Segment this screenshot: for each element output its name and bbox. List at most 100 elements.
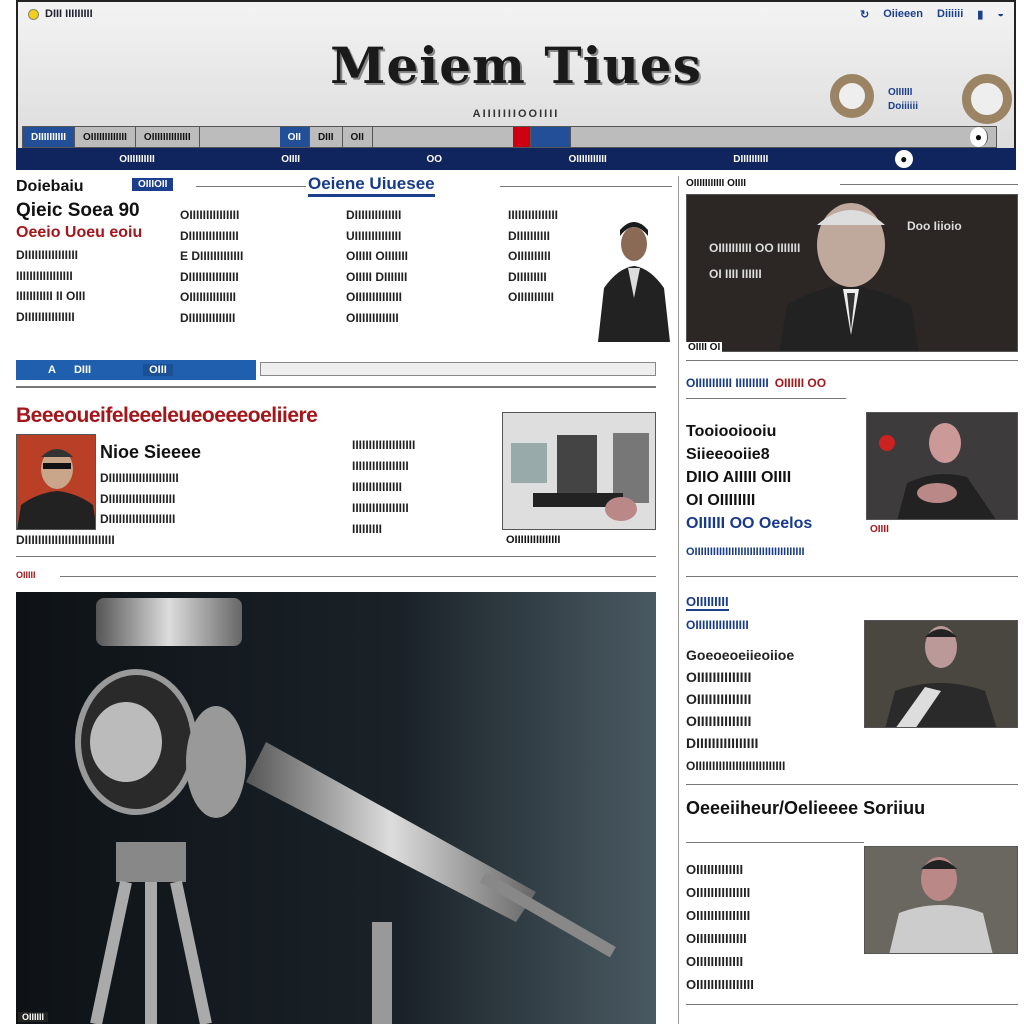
top-link-2[interactable]: Diiiiii bbox=[937, 8, 963, 20]
second-portrait[interactable] bbox=[16, 434, 96, 530]
nav-circle-icon[interactable]: ● bbox=[962, 127, 996, 147]
story2-blue[interactable]: OIIIIIIIIIIIIIIII bbox=[686, 618, 749, 632]
story2-body: Goeoeoeiieoiioe OIIIIIIIIIIIIII OIIIIIII… bbox=[686, 644, 862, 754]
divider bbox=[686, 1004, 1018, 1005]
text-line: Tooiooiooiu bbox=[686, 423, 777, 440]
user-icon[interactable]: ◒ bbox=[997, 8, 1004, 20]
right-link-blue[interactable]: OIIIIIIIIIII IIIIIIIIII bbox=[686, 376, 769, 390]
second-body: DIIIIIIIIIIIIIIIIIIIII DIIIIIIIIIIIIIIII… bbox=[100, 468, 344, 530]
text-line: DIIO AIIIII OIIII bbox=[686, 469, 792, 486]
story1-meta: OIIIIIIIIIIIIIIIIIIIIIIIIIIIIIIIIIIII bbox=[686, 546, 805, 558]
nav-item-4[interactable]: OII bbox=[279, 127, 310, 147]
text-line: OIIIIIIIIIIIIIII bbox=[686, 908, 751, 923]
nav2-item-2[interactable]: OIIII bbox=[281, 154, 300, 165]
section-title[interactable]: Oeiene Uiuesee bbox=[308, 174, 435, 197]
right-top-label: OIIIIIIIIIII OIIII bbox=[686, 178, 747, 189]
nav-item-1[interactable]: DIIIIIIIIII bbox=[23, 127, 76, 147]
story1-meta2: OIIII bbox=[870, 524, 889, 535]
lead-tab-3[interactable]: OIII bbox=[143, 364, 173, 376]
lead-subhead[interactable]: Oeeio Uoeu eoiu bbox=[16, 224, 142, 242]
text-line: OIIIIIIIIIIIII bbox=[686, 862, 744, 877]
top-left-text: DIII IIIIIIIII bbox=[45, 8, 93, 20]
ring-emblem-icon bbox=[962, 74, 1012, 124]
text-line: DIIIIIIIIIIIIIII bbox=[180, 228, 239, 243]
text-line: OIIIIIIIIIIIII bbox=[346, 310, 399, 325]
lead-col-4: IIIIIIIIIIIIIII DIIIIIIIIII OIIIIIIIIII … bbox=[508, 205, 600, 308]
top-link-1[interactable]: Oiieeen bbox=[883, 8, 923, 20]
secondary-nav: OIIIIIIIIII OIIII OO OIIIIIIIIIII DIIIII… bbox=[16, 148, 1016, 170]
lead-kicker: Doiebaiu bbox=[16, 178, 84, 195]
right-link-red[interactable]: OIIIIII OO bbox=[775, 376, 826, 390]
second-photo[interactable] bbox=[502, 412, 656, 530]
nav-blue-marker bbox=[530, 127, 571, 147]
nav2-item-1[interactable]: OIIIIIIIIII bbox=[119, 154, 155, 165]
lead-tag[interactable]: OIIIOII bbox=[132, 178, 174, 191]
nav-item-2[interactable]: OIIIIIIIIIIIII bbox=[75, 127, 136, 147]
story1-title[interactable]: Tooiooiooiu Siieeooiie8 DIIO AIIIII OIII… bbox=[686, 420, 866, 535]
lead-tab-2[interactable]: DIII bbox=[74, 364, 91, 376]
divider bbox=[500, 186, 672, 187]
text-line: Goeoeoeiieoiioe bbox=[686, 647, 795, 663]
main-nav: DIIIIIIIIII OIIIIIIIIIIIII OIIIIIIIIIIII… bbox=[22, 126, 997, 148]
nav-item-5[interactable]: DIII bbox=[310, 127, 343, 147]
text-line: OIIIIIIIIIIIIII bbox=[686, 931, 747, 946]
section-marker: OIIIII bbox=[16, 570, 36, 580]
ring-emblem-icon bbox=[830, 74, 874, 118]
story2-body-last: OIIIIIIIIIIIIIIIIIIIIIIIIIII bbox=[686, 759, 786, 773]
second-col-2: IIIIIIIIIIIIIIIIIII IIIIIIIIIIIIIIIII II… bbox=[352, 435, 492, 540]
divider bbox=[686, 360, 1018, 361]
lead-col-2: OIIIIIIIIIIIIIII DIIIIIIIIIIIIIII E DIII… bbox=[180, 205, 338, 328]
microphone-photo[interactable] bbox=[16, 592, 656, 1024]
text-line: DIIIIIIIIII bbox=[508, 228, 551, 243]
story3-title[interactable]: Oeeeiiheur/Oelieeee Soriiuu bbox=[686, 798, 925, 819]
text-line: DIIIIIIIIIIIIII bbox=[180, 310, 236, 325]
section-tag[interactable]: OIIIIIIIII bbox=[686, 594, 729, 611]
text-line: OIIIIIIIIIIIIII bbox=[686, 669, 752, 685]
second-name[interactable]: Nioe Sieeee bbox=[100, 442, 201, 463]
story1-photo[interactable] bbox=[866, 412, 1018, 520]
text-line: DIIIIIIIII bbox=[508, 269, 547, 284]
photo-credit: OIIIIII bbox=[18, 1012, 49, 1022]
text-line: OIIIIIIIIIIIIIII bbox=[686, 885, 751, 900]
nav2-circle-icon[interactable]: ● bbox=[894, 150, 913, 168]
divider bbox=[686, 842, 864, 843]
nav-item-3[interactable]: OIIIIIIIIIIIIII bbox=[136, 127, 200, 147]
text-line: OIIIIIIIIIIIIII bbox=[686, 691, 752, 707]
text-line: IIIIIIIIIIIIIIIII bbox=[16, 268, 73, 283]
text-line: OIIIIIIIIII OO IIIIIII bbox=[709, 241, 801, 255]
featured-video[interactable]: Doo Iiioio OIIIIIIIIII OO IIIIIII OI III… bbox=[686, 194, 1018, 352]
text-line: DIIIIIIIIIIIIIIIIIIIII bbox=[100, 471, 179, 485]
text-line: DIIIIIIIIIIIIIIIIIIII bbox=[100, 512, 176, 526]
text-line: DIIIIIIIIIIIIIII bbox=[180, 269, 239, 284]
divider bbox=[196, 186, 306, 187]
text-line: OI IIII IIIIII bbox=[709, 267, 762, 281]
text-line: IIIIIIIIIIIIIII bbox=[508, 208, 559, 222]
header-links: OIIIIII Doiiiiii bbox=[888, 86, 918, 114]
lead-portrait[interactable] bbox=[598, 218, 670, 342]
story3-photo[interactable] bbox=[864, 846, 1018, 954]
bookmark-icon[interactable]: ▮ bbox=[977, 8, 983, 21]
nav2-item-4[interactable]: OIIIIIIIIIII bbox=[569, 154, 607, 165]
status-dot-icon bbox=[28, 8, 39, 20]
text-line: OIIIIIIIIIIIIII bbox=[686, 713, 752, 729]
divider bbox=[840, 184, 1018, 185]
text-line: OIIIIIIIIIII bbox=[508, 290, 555, 304]
progress-track bbox=[260, 362, 656, 376]
header-link-2[interactable]: Doiiiiii bbox=[888, 100, 918, 114]
text-line: OIIIIIIIIIIIIII bbox=[346, 290, 403, 304]
lead-tabs: A DIII OIII bbox=[16, 360, 256, 380]
text-line: DIIIIIIIIIIIIIIII bbox=[16, 248, 79, 262]
featured-overlay: OIIIIIIIIII OO IIIIIII OI IIII IIIIII bbox=[709, 235, 1017, 287]
lead-tab-1[interactable]: A bbox=[48, 364, 56, 376]
text-line: Siieeooiie8 bbox=[686, 446, 770, 463]
nav-item-6[interactable]: OII bbox=[343, 127, 373, 147]
lead-headline[interactable]: Qieic Soea 90 bbox=[16, 200, 140, 222]
refresh-icon[interactable]: ↻ bbox=[860, 8, 869, 21]
nav2-item-3[interactable]: OO bbox=[427, 154, 443, 165]
nav2-item-5[interactable]: DIIIIIIIIII bbox=[733, 154, 768, 165]
text-line: DIIIIIIIIIIIIIIIIIIII bbox=[100, 491, 176, 506]
header-link-1[interactable]: OIIIIII bbox=[888, 86, 918, 100]
story2-photo[interactable] bbox=[864, 620, 1018, 728]
second-headline[interactable]: Beeeoueifeleeeleueoeeeoeliiere bbox=[16, 404, 318, 428]
text-line: IIIIIIIIIIIIIIIIIII bbox=[352, 438, 416, 452]
